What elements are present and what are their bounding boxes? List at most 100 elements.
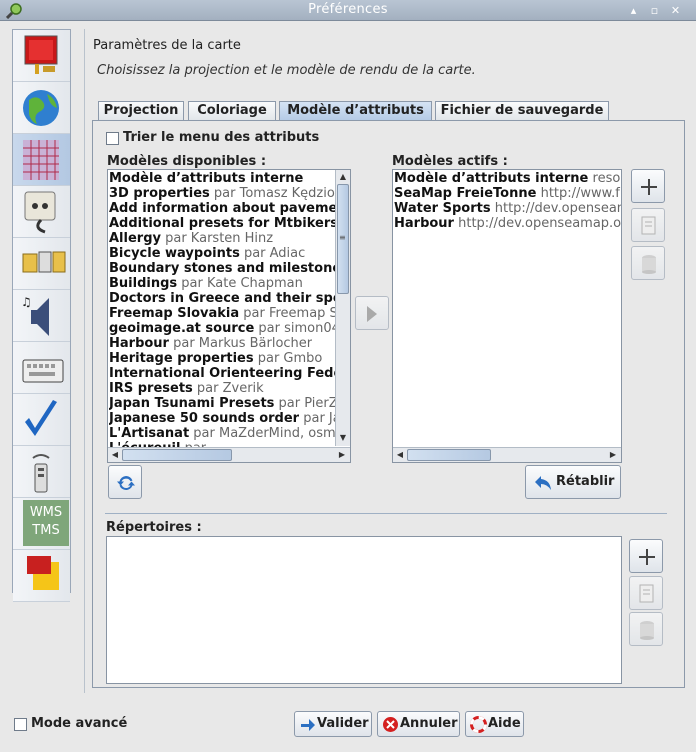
sidebar-item-imagery[interactable] [13, 550, 70, 602]
preset-name: geoimage.at source [109, 321, 255, 336]
sidebar-item-connection[interactable] [13, 186, 70, 238]
trash-icon [642, 255, 656, 274]
sidebar-item-validator[interactable] [13, 394, 70, 446]
list-item[interactable]: International Orienteering Fede [109, 366, 342, 381]
edit-preset-button[interactable] [631, 208, 665, 242]
list-item[interactable]: Water Sports http://dev.openseam [394, 201, 621, 216]
cancel-button[interactable]: Annuler [377, 711, 460, 737]
remote-control-icon [32, 454, 50, 493]
svg-text:♫: ♫ [21, 295, 32, 309]
add-preset-button[interactable] [631, 169, 665, 203]
sidebar-item-projection[interactable] [13, 82, 70, 134]
active-presets-list[interactable]: Modèle d’attributs interne resouSeaMap F… [392, 169, 622, 463]
scroll-thumb[interactable]: ≡ [337, 184, 349, 294]
reload-button[interactable] [108, 465, 142, 499]
validate-button[interactable]: Valider [294, 711, 372, 737]
display-settings-icon [24, 35, 58, 74]
list-item[interactable]: Boundary stones and milestones [109, 261, 349, 276]
help-button[interactable]: Aide [465, 711, 524, 737]
scroll-left-icon[interactable]: ◀ [394, 449, 406, 461]
close-icon[interactable]: ✕ [668, 3, 683, 18]
window-title: Préférences [308, 2, 388, 17]
available-label: Modèles disponibles : [107, 154, 267, 169]
list-item[interactable]: SeaMap FreieTonne http://www.fre [394, 186, 621, 201]
sidebar-item-paths[interactable] [13, 238, 70, 290]
sidebar-item-map-settings[interactable] [13, 134, 70, 186]
sidebar-item-audio[interactable]: ♫ [13, 290, 70, 342]
preset-detail: http://dev.openseamap.or [453, 216, 622, 231]
restore-label: Rétablir [556, 474, 615, 489]
scroll-up-icon[interactable]: ▲ [337, 171, 349, 183]
preference-sidebar: ♫ WMS TMS [12, 29, 71, 602]
scroll-left-icon[interactable]: ◀ [109, 449, 121, 461]
list-item[interactable]: Heritage properties par Gmbo [109, 351, 322, 366]
list-item[interactable]: Allergy par Karsten Hinz [109, 231, 273, 246]
preset-name: International Orienteering Fede [109, 366, 343, 381]
sidebar-item-display[interactable] [13, 30, 70, 82]
available-vertical-scrollbar[interactable]: ▲ ≡ ▼ [335, 170, 350, 446]
active-label: Modèles actifs : [392, 154, 508, 169]
separator [105, 513, 667, 514]
available-horizontal-scrollbar[interactable]: ◀ ▶ [108, 447, 350, 462]
scroll-down-icon[interactable]: ▼ [337, 432, 349, 444]
preset-name: Additional presets for Mtbikers [109, 216, 339, 231]
validate-label: Valider [317, 716, 369, 731]
scroll-right-icon[interactable]: ▶ [607, 449, 619, 461]
preset-detail: par MaZderMind, osm@ [189, 426, 349, 441]
wms-label: WMS [29, 505, 63, 520]
preset-name: Water Sports [394, 201, 491, 216]
preset-detail: par Tomasz Kędziora [209, 186, 349, 201]
directories-list[interactable] [106, 536, 622, 684]
list-item[interactable]: Harbour par Markus Bärlocher [109, 336, 312, 351]
list-item[interactable]: Harbour http://dev.openseamap.or [394, 216, 622, 231]
sort-menu-label: Trier le menu des attributs [123, 130, 320, 145]
list-item[interactable]: Modèle d’attributs interne [109, 171, 303, 186]
preset-name: Modèle d’attributs interne [109, 171, 304, 186]
available-presets-list[interactable]: Modèle d’attributs interne 3D properties … [107, 169, 351, 463]
tab-content: Trier le menu des attributs Modèles disp… [92, 120, 685, 688]
minimize-icon[interactable]: ▫ [647, 3, 662, 18]
list-item[interactable]: Japanese 50 sounds order par Jap [109, 411, 349, 426]
list-item[interactable]: Modèle d’attributs interne resou [394, 171, 621, 186]
list-item[interactable]: Bicycle waypoints par Adiac [109, 246, 305, 261]
active-horizontal-scrollbar[interactable]: ◀ ▶ [393, 447, 621, 462]
title-bar[interactable]: Préférences ▴ ▫ ✕ [0, 0, 696, 21]
scroll-right-icon[interactable]: ▶ [336, 449, 348, 461]
help-icon[interactable]: ▴ [626, 3, 641, 18]
preset-detail: par Zverik [192, 381, 264, 396]
restore-button[interactable]: Rétablir [525, 465, 621, 499]
list-item[interactable]: Japan Tsunami Presets par PierZe [109, 396, 346, 411]
tab-fichier-sauvegarde[interactable]: Fichier de sauvegarde [435, 101, 609, 120]
list-item[interactable]: Buildings par Kate Chapman [109, 276, 303, 291]
sidebar-item-remote-control[interactable] [13, 446, 70, 498]
list-item[interactable]: L'Artisanat par MaZderMind, osm@ [109, 426, 349, 441]
advanced-mode-checkbox[interactable] [14, 718, 27, 731]
page-subtitle: Choisissez la projection et le modèle de… [97, 63, 476, 78]
list-item[interactable]: Doctors in Greece and their spec [109, 291, 349, 306]
tms-label: TMS [32, 523, 60, 538]
preset-name: Japan Tsunami Presets [109, 396, 275, 411]
list-item[interactable]: IRS presets par Zverik [109, 381, 264, 396]
tab-projection[interactable]: Projection [98, 101, 184, 120]
delete-directory-button[interactable] [629, 612, 663, 646]
list-item[interactable]: Freemap Slovakia par Freemap Slo [109, 306, 349, 321]
tab-modele-attributs[interactable]: Modèle d’attributs [279, 101, 432, 120]
preset-name: Japanese 50 sounds order [109, 411, 300, 426]
directories-label: Répertoires : [106, 520, 202, 535]
sort-menu-checkbox[interactable] [106, 132, 119, 145]
hscroll-thumb[interactable] [122, 449, 232, 461]
sidebar-item-shortcuts[interactable] [13, 342, 70, 394]
list-item[interactable]: Additional presets for Mtbikers p [109, 216, 350, 231]
cancel-label: Annuler [400, 716, 458, 731]
delete-preset-button[interactable] [631, 246, 665, 280]
folders-icon [22, 251, 66, 273]
list-item[interactable]: 3D properties par Tomasz Kędziora [109, 186, 348, 201]
hscroll-thumb[interactable] [407, 449, 491, 461]
add-directory-button[interactable] [629, 539, 663, 573]
sidebar-item-wms-tms[interactable]: WMS TMS [13, 498, 70, 550]
list-item[interactable]: Add information about pavement [109, 201, 350, 216]
list-item[interactable]: geoimage.at source par simon04 [109, 321, 340, 336]
tab-coloriage[interactable]: Coloriage [188, 101, 276, 120]
edit-directory-button[interactable] [629, 576, 663, 610]
add-active-button[interactable] [355, 296, 389, 330]
